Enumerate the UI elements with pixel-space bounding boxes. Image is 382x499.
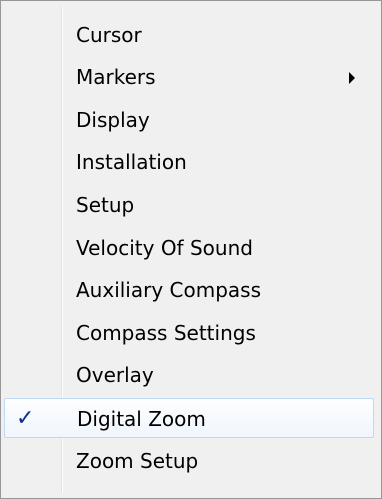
menu-item-label: Velocity Of Sound (76, 236, 253, 260)
menu-item-display[interactable]: Display (4, 100, 374, 140)
menu-item-velocity-of-sound[interactable]: Velocity Of Sound (4, 228, 374, 268)
menu-item-label: Zoom Setup (76, 449, 199, 473)
checkmark-icon: ✓ (16, 406, 35, 431)
menu-item-overlay[interactable]: Overlay (4, 355, 374, 395)
submenu-arrow-icon (349, 72, 355, 84)
menu-item-auxiliary-compass[interactable]: Auxiliary Compass (4, 270, 374, 310)
menu-item-label: Setup (76, 193, 135, 217)
menu-item-markers[interactable]: Markers (4, 57, 374, 97)
menu-item-label: Compass Settings (76, 321, 256, 345)
menu-item-label: Digital Zoom (77, 407, 206, 431)
menu-item-label: Cursor (76, 23, 142, 47)
menu-item-label: Installation (76, 150, 187, 174)
menu-item-zoom-setup[interactable]: Zoom Setup (4, 441, 374, 481)
menu-item-cursor[interactable]: Cursor (4, 15, 374, 55)
menu-item-label: Markers (76, 65, 156, 89)
menu-item-setup[interactable]: Setup (4, 185, 374, 225)
menu-item-installation[interactable]: Installation (4, 142, 374, 182)
menu-item-label: Overlay (76, 363, 154, 387)
menu-item-label: Display (76, 108, 150, 132)
menu-item-digital-zoom[interactable]: ✓ Digital Zoom (4, 398, 374, 438)
menu-item-compass-settings[interactable]: Compass Settings (4, 313, 374, 353)
menu-item-label: Auxiliary Compass (76, 278, 262, 302)
context-menu: Cursor Markers Display Installation Setu… (0, 0, 382, 499)
